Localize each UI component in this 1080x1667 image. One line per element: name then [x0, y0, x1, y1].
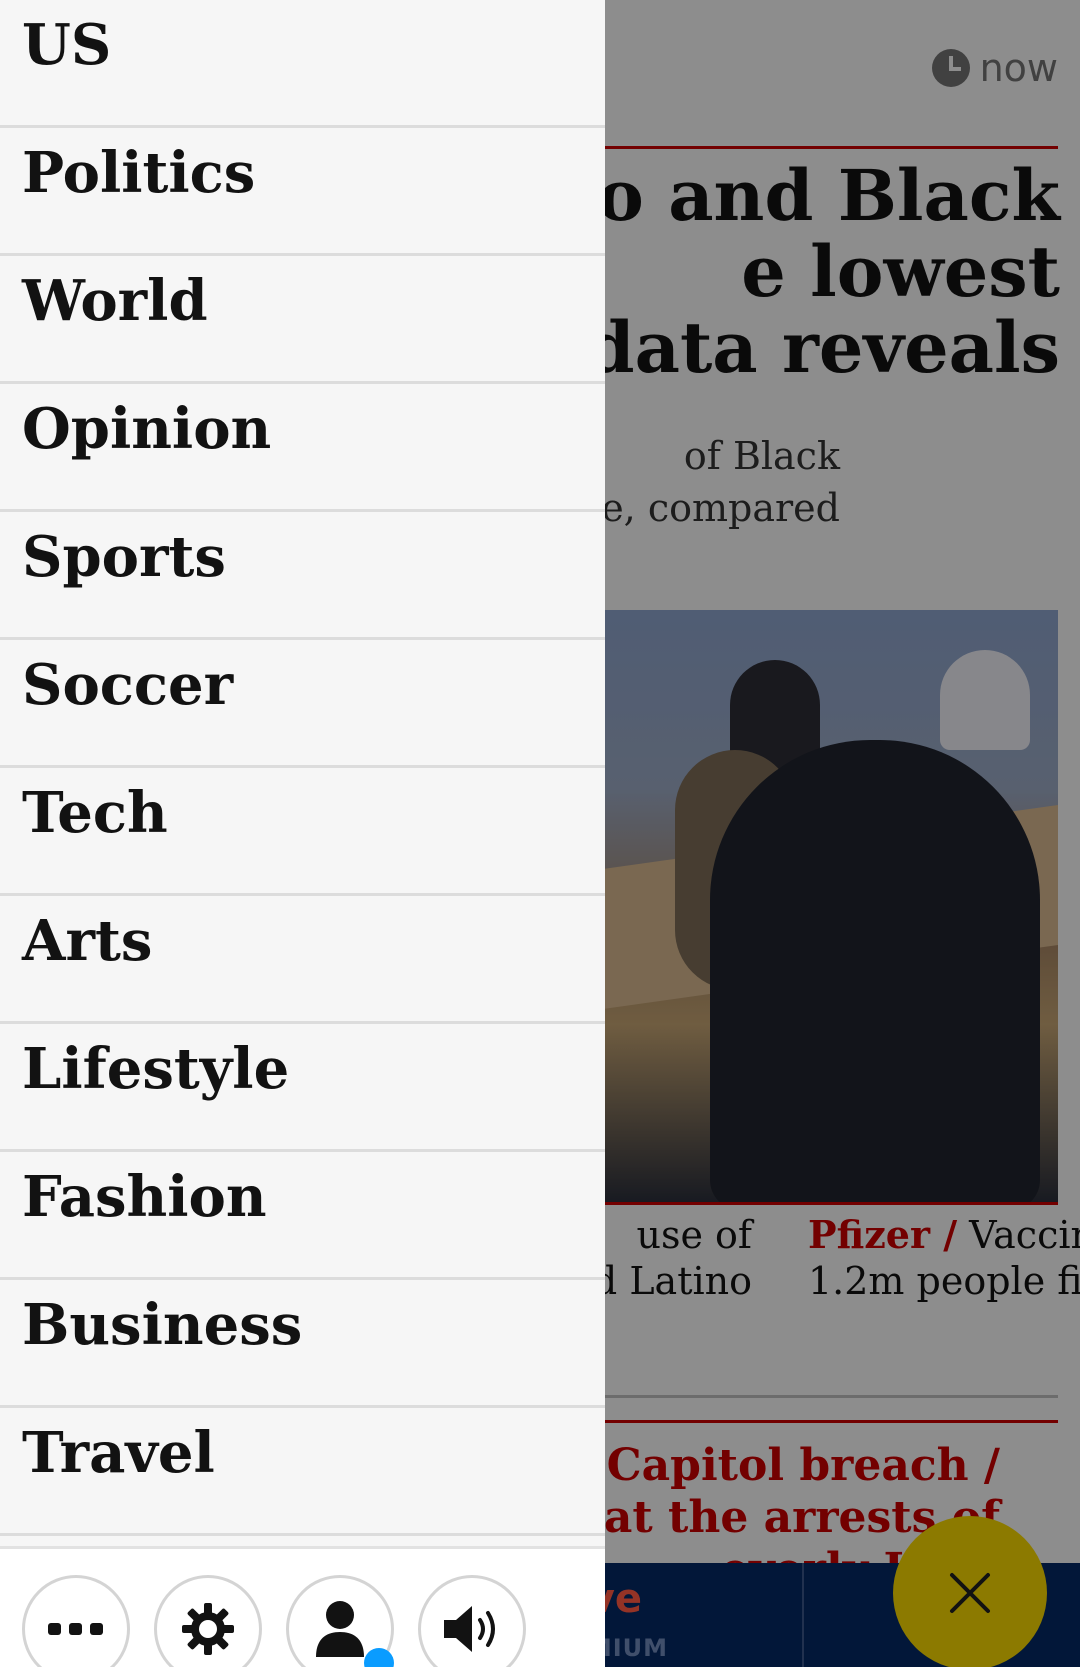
nav-item-soccer[interactable]: Soccer [0, 640, 605, 768]
audio-button[interactable] [418, 1575, 526, 1667]
drawer-toolbar [0, 1546, 605, 1667]
nav-item-business[interactable]: Business [0, 1280, 605, 1408]
nav-item-world[interactable]: World [0, 256, 605, 384]
profile-icon [316, 1601, 364, 1657]
nav-item-arts[interactable]: Arts [0, 896, 605, 1024]
close-icon [950, 1573, 990, 1613]
nav-item-label: Sports [22, 524, 226, 590]
nav-item-opinion[interactable]: Opinion [0, 384, 605, 512]
nav-item-label: Travel [22, 1420, 215, 1486]
audio-icon [444, 1606, 495, 1652]
close-menu-button[interactable] [893, 1516, 1047, 1667]
nav-item-lifestyle[interactable]: Lifestyle [0, 1024, 605, 1152]
section-list: US Politics World Opinion Sports Soccer … [0, 0, 605, 1536]
nav-item-us[interactable]: US [0, 0, 605, 128]
more-icon [48, 1623, 103, 1635]
nav-item-label: World [22, 268, 208, 334]
nav-item-label: Opinion [22, 396, 272, 462]
nav-item-politics[interactable]: Politics [0, 128, 605, 256]
nav-item-label: US [22, 12, 112, 78]
settings-button[interactable] [154, 1575, 262, 1667]
settings-icon [182, 1603, 234, 1655]
nav-item-fashion[interactable]: Fashion [0, 1152, 605, 1280]
nav-item-label: Lifestyle [22, 1036, 290, 1102]
nav-item-label: Arts [22, 908, 153, 974]
navigation-drawer: US Politics World Opinion Sports Soccer … [0, 0, 605, 1667]
nav-item-label: Soccer [22, 652, 234, 718]
nav-item-tech[interactable]: Tech [0, 768, 605, 896]
nav-item-travel[interactable]: Travel [0, 1408, 605, 1536]
more-button[interactable] [22, 1575, 130, 1667]
nav-item-label: Fashion [22, 1164, 267, 1230]
nav-item-sports[interactable]: Sports [0, 512, 605, 640]
nav-item-label: Business [22, 1292, 303, 1358]
nav-item-label: Politics [22, 140, 256, 206]
nav-item-label: Tech [22, 780, 168, 846]
